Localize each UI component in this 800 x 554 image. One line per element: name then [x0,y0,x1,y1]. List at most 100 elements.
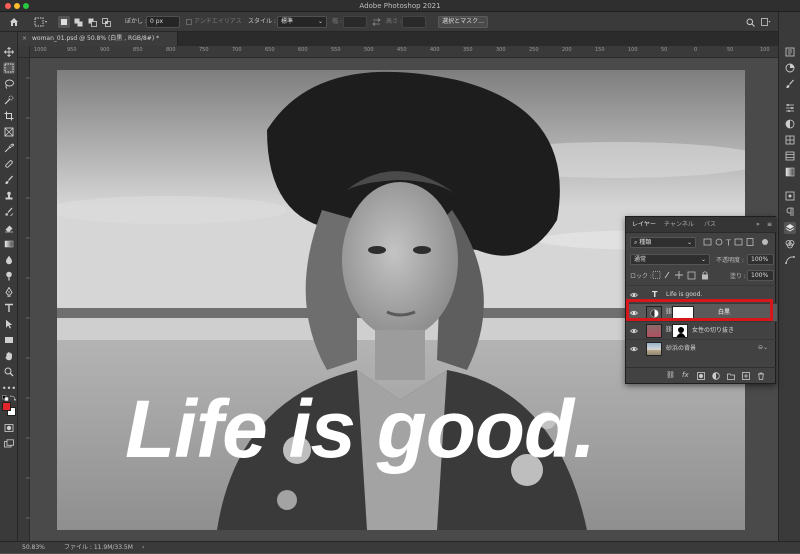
move-tool[interactable] [3,46,15,58]
layer-mask-thumbnail[interactable] [672,324,688,338]
crop-tool[interactable] [3,110,15,122]
screen-mode-button[interactable] [3,438,15,450]
foreground-color-swatch[interactable] [2,402,11,411]
hand-tool[interactable] [3,350,15,362]
gradient-tool[interactable] [3,238,15,250]
history-brush-tool[interactable] [3,206,15,218]
ruler-tick-label: 50 [661,47,668,53]
filter-icons[interactable]: T [702,237,772,248]
visibility-eye-icon[interactable] [630,345,638,353]
blur-tool[interactable] [3,254,15,266]
fill-input[interactable]: 100% [747,270,774,281]
opacity-input[interactable]: 100% [747,254,774,265]
channels-panel-button[interactable] [784,238,796,250]
properties-panel-button[interactable] [784,102,796,114]
horizontal-ruler[interactable]: 1000 950 900 850 800 750 700 650 600 550 500 450 400… [30,46,778,58]
antialias-checkbox[interactable]: アンチエイリアス [186,16,242,28]
edit-toolbar-button[interactable]: ••• [2,382,16,394]
workspace-button[interactable] [760,16,772,28]
swap-colors-button[interactable] [10,395,16,401]
paths-panel-button[interactable] [784,254,796,266]
width-input[interactable] [343,16,367,28]
antialias-label: アンチエイリアス [194,18,242,25]
visibility-eye-icon[interactable] [630,327,638,335]
new-adjustment-icon[interactable] [712,372,720,380]
tools-panel: ••• [0,32,18,541]
marquee-preset-button[interactable] [32,16,50,28]
quick-selection-tool[interactable] [3,94,15,106]
new-layer-icon[interactable] [742,372,750,380]
pen-tool[interactable] [3,286,15,298]
fill-value: 100% [751,272,769,279]
height-input[interactable] [402,16,426,28]
clone-stamp-tool[interactable] [3,190,15,202]
libraries-panel-button[interactable] [784,134,796,146]
panel-menu-icon[interactable]: ≡ [767,217,772,233]
blend-row: 通常 ⌄ 不透明度 : 100% [626,254,777,267]
feather-input[interactable]: 0 px [146,16,180,28]
zoom-level[interactable]: 50.83% [22,542,45,554]
layer-kind-filter[interactable]: ⌕ 種類 ⌄ [630,237,696,248]
type-tool[interactable] [3,302,15,314]
lock-icons[interactable] [652,270,714,281]
bandage-icon [5,160,13,168]
color-panel-button[interactable] [784,62,796,74]
smart-object-link-icon: ⊖⌄ [758,344,769,351]
rect-marquee-tool[interactable] [3,62,15,74]
close-tab-icon[interactable]: × [22,32,27,46]
home-button[interactable] [8,16,20,28]
frame-tool[interactable] [3,126,15,138]
layers-panel-footer: ⛓ fx [626,367,777,383]
link-layers-icon[interactable]: ⛓ [666,371,675,379]
history-panel-button[interactable] [784,46,796,58]
rectangle-tool[interactable] [3,334,15,346]
path-selection-tool[interactable] [3,318,15,330]
ruler-tick-label: 250 [529,47,539,53]
swap-dimensions-button[interactable] [370,16,382,28]
file-info[interactable]: ファイル : 11.9M/33.5M [64,542,133,554]
add-selection-button[interactable] [72,16,84,28]
fx-icon[interactable]: fx [682,371,689,379]
tab-channels[interactable]: チャンネル [664,217,694,233]
visibility-eye-icon[interactable] [630,291,638,299]
trash-icon[interactable] [757,372,765,380]
intersect-selection-button[interactable] [100,16,112,28]
layer-row[interactable]: ⛓ 女性の切り抜き [626,321,777,339]
healing-brush-tool[interactable] [3,158,15,170]
style-select[interactable]: 標準 ⌄ [277,16,327,28]
lasso-tool[interactable] [3,78,15,90]
collapse-panel-icon[interactable]: » [756,217,760,233]
pen-icon [5,287,13,297]
dodge-tool[interactable] [3,270,15,282]
tab-layers[interactable]: レイヤー [632,217,656,233]
new-selection-button[interactable] [58,16,70,28]
lock-all-icon [702,274,708,280]
blend-mode-select[interactable]: 通常 ⌄ [630,254,710,265]
zoom-tool[interactable] [3,366,15,378]
add-mask-icon[interactable] [697,372,705,380]
shapes-panel-button[interactable] [784,190,796,202]
document-tab[interactable]: × woman_01.psd @ 50.8% (白黒 , RGB/8#) * [18,32,178,46]
swap-icon [371,18,381,26]
new-group-icon[interactable] [727,372,735,380]
adjustments-panel-button[interactable] [784,118,796,130]
gradients-panel-button[interactable] [784,166,796,178]
text-panel-button[interactable] [784,206,796,218]
swatches-panel-button[interactable] [784,78,796,90]
eraser-tool[interactable] [3,222,15,234]
layer-row[interactable]: 砂浜の背景 ⊖⌄ [626,339,777,357]
subtract-selection-button[interactable] [86,16,98,28]
select-and-mask-button[interactable]: 選択とマスク... [438,16,488,28]
document-tab-bar: × woman_01.psd @ 50.8% (白黒 , RGB/8#) * [18,32,778,46]
vertical-ruler[interactable] [18,58,30,541]
quick-mask-button[interactable] [3,422,15,434]
search-button[interactable] [744,16,756,28]
eyedropper-tool[interactable] [3,142,15,154]
tab-paths[interactable]: パス [704,217,716,233]
brush-tool[interactable] [3,174,15,186]
status-menu-icon[interactable]: › [142,542,144,554]
filter-smart-object-icon [746,238,754,246]
default-colors-button[interactable] [2,395,10,401]
patterns-panel-button[interactable] [784,150,796,162]
layers-panel-button[interactable] [784,222,796,234]
